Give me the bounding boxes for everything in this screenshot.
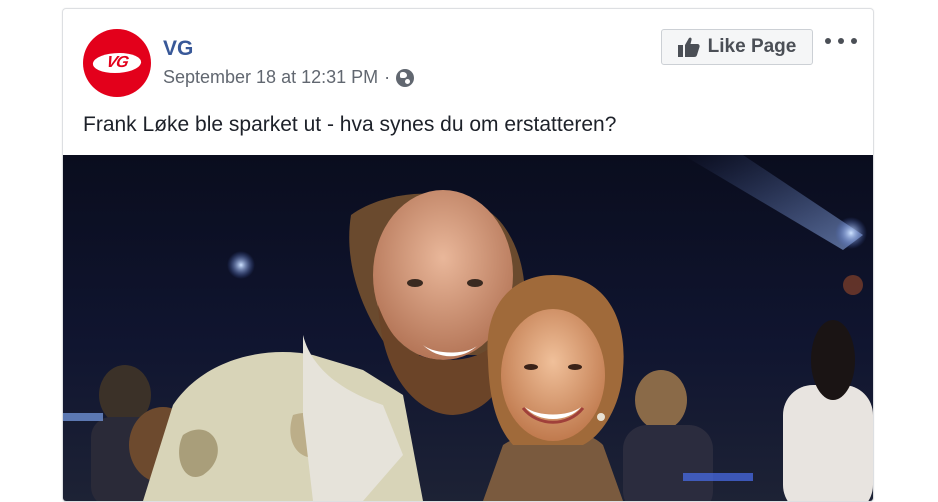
audience-member [623, 425, 713, 501]
post-timestamp[interactable]: September 18 at 12:31 PM [163, 67, 378, 88]
post-text: Frank Løke ble sparket ut - hva synes du… [83, 113, 617, 136]
man-eye [467, 279, 483, 287]
post-card: VG VG September 18 at 12:31 PM · Like Pa… [62, 8, 874, 502]
audience-member [783, 385, 873, 501]
globe-icon[interactable] [396, 68, 415, 87]
vg-logo: VG [90, 53, 144, 73]
post-photo[interactable] [63, 155, 873, 501]
stage-light [835, 217, 867, 249]
more-options-icon[interactable] [825, 31, 857, 51]
photo-illustration [63, 155, 873, 501]
audience-member [635, 370, 687, 430]
like-page-button[interactable]: Like Page [661, 29, 813, 65]
stage-light [227, 251, 255, 279]
woman-earring [597, 413, 605, 421]
stage-led-strip [63, 413, 103, 421]
dot [825, 38, 831, 44]
thumbs-up-icon [677, 37, 700, 57]
like-page-label: Like Page [707, 36, 797, 57]
dot [851, 38, 857, 44]
stage-led-strip [683, 473, 753, 481]
audience-member [811, 320, 855, 400]
dot [838, 38, 844, 44]
vg-logo-text: VG [104, 54, 130, 71]
stage-light [843, 275, 863, 295]
meta-separator: · [384, 67, 391, 87]
woman-eye [568, 364, 582, 370]
woman-eye [524, 364, 538, 370]
page-name-link[interactable]: VG [163, 37, 193, 61]
page-avatar[interactable]: VG [83, 29, 151, 97]
post-meta: September 18 at 12:31 PM · [163, 67, 415, 88]
man-eye [407, 279, 423, 287]
